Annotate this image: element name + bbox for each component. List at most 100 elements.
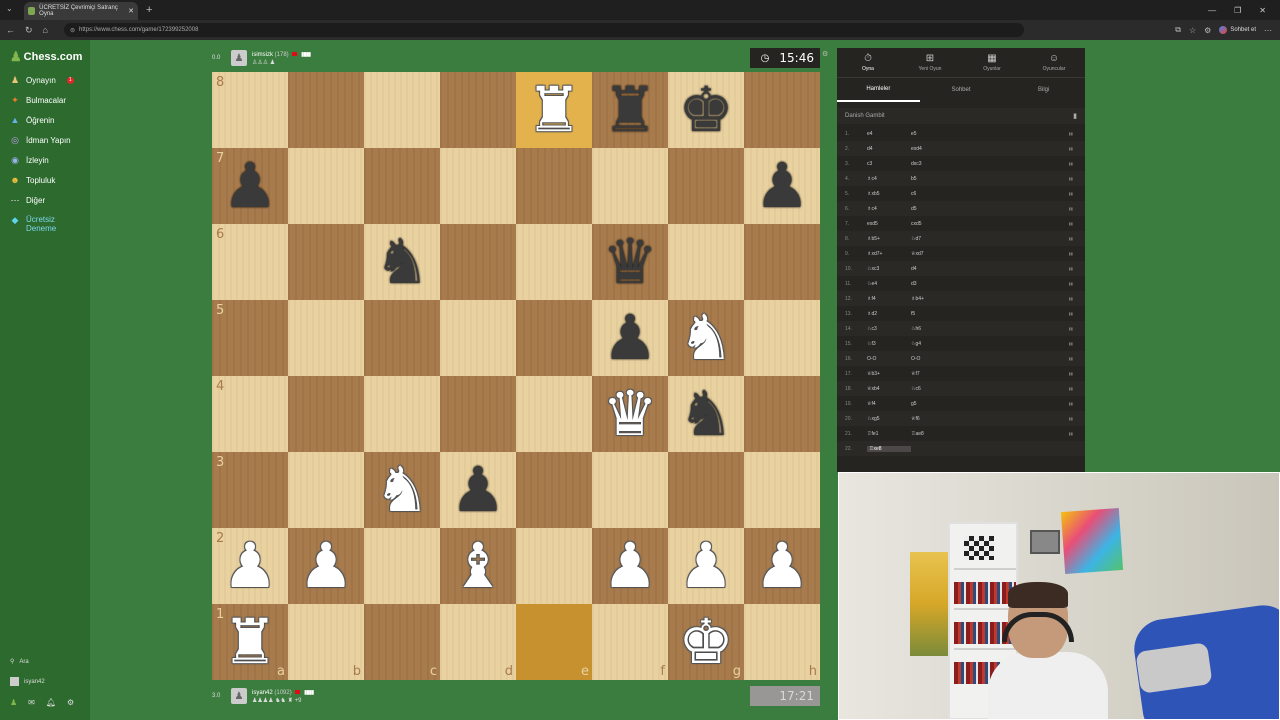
square-f4[interactable]: ♛ <box>592 376 668 452</box>
sidebar-user[interactable]: isyan42 <box>10 677 45 686</box>
white-knight-icon[interactable]: ♞ <box>678 307 734 369</box>
square-g1[interactable]: g ♚ <box>668 604 744 680</box>
square-a6[interactable]: 6 <box>212 224 288 300</box>
square-c3[interactable]: ♞ <box>364 452 440 528</box>
square-g2[interactable]: ♟ <box>668 528 744 604</box>
top-player-name[interactable]: isimsizk <box>252 52 273 58</box>
square-f3[interactable] <box>592 452 668 528</box>
white-move[interactable]: c3 <box>867 161 911 167</box>
square-f2[interactable]: ♟ <box>592 528 668 604</box>
white-move[interactable]: d4 <box>867 146 911 152</box>
square-a1[interactable]: 1 a ♜ <box>212 604 288 680</box>
url-bar[interactable]: ⊜ https://www.chess.com/game/17239925200… <box>64 23 1024 37</box>
black-move[interactable]: ♕xd7 <box>911 251 1001 257</box>
white-pawn-icon[interactable]: ♟ <box>222 535 278 597</box>
square-c5[interactable] <box>364 300 440 376</box>
white-move[interactable]: ♗b5+ <box>867 236 911 242</box>
square-e3[interactable] <box>516 452 592 528</box>
settings-icon[interactable]: ⚙ <box>1204 26 1211 35</box>
white-move[interactable]: ♘f3 <box>867 341 911 347</box>
white-move[interactable]: ♕b3+ <box>867 371 911 377</box>
square-d7[interactable] <box>440 148 516 224</box>
sidebar-item-train[interactable]: ◎ İdman Yapın <box>10 135 71 145</box>
opening-name-bar[interactable]: Danish Gambit ▮ <box>837 108 1085 124</box>
white-pawn-icon[interactable]: ♟ <box>298 535 354 597</box>
square-h3[interactable] <box>744 452 820 528</box>
white-move[interactable]: exd5 <box>867 221 911 227</box>
sidebar-item-more[interactable]: ⋯ Diğer <box>10 195 46 205</box>
square-g5[interactable]: ♞ <box>668 300 744 376</box>
white-move[interactable]: ♘c3 <box>867 326 911 332</box>
square-d2[interactable]: ♝ <box>440 528 516 604</box>
chesscom-logo[interactable]: ♟ Chess.com <box>10 49 82 65</box>
black-move[interactable]: ♘d7 <box>911 236 1001 242</box>
black-move[interactable]: ♕f6 <box>911 416 1001 422</box>
white-pawn-icon[interactable]: ♟ <box>678 535 734 597</box>
board-settings-icon[interactable]: ⚙ <box>822 50 828 58</box>
more-options-icon[interactable]: ⋯ <box>1264 26 1272 35</box>
square-e5[interactable] <box>516 300 592 376</box>
home-icon[interactable]: ⌂ <box>43 25 48 36</box>
black-move[interactable]: ♘h6 <box>911 326 1001 332</box>
white-move[interactable]: ♖xe8 <box>867 445 911 452</box>
black-move[interactable]: exd4 <box>911 146 1001 152</box>
square-c7[interactable] <box>364 148 440 224</box>
reload-icon[interactable]: ↻ <box>25 25 33 36</box>
square-h5[interactable] <box>744 300 820 376</box>
square-e6[interactable] <box>516 224 592 300</box>
sidebar-item-play[interactable]: ♟ Oynayın 1 <box>10 75 74 85</box>
square-b2[interactable]: ♟ <box>288 528 364 604</box>
white-move[interactable]: ♗c4 <box>867 176 911 182</box>
white-move[interactable]: ♗xd7+ <box>867 251 911 257</box>
white-move[interactable]: ♖fe1 <box>867 431 911 437</box>
restore-icon[interactable]: ❐ <box>1234 6 1241 15</box>
site-info-icon[interactable]: ⊜ <box>70 27 75 34</box>
black-move[interactable]: cxd5 <box>911 221 1001 227</box>
white-move[interactable]: ♗c4 <box>867 206 911 212</box>
black-move[interactable]: d4 <box>911 266 1001 272</box>
white-king-icon[interactable]: ♚ <box>678 611 734 673</box>
tab-players[interactable]: ☺ Oyuncular <box>1023 48 1085 77</box>
black-move[interactable]: b5 <box>911 176 1001 182</box>
bottom-player-name[interactable]: isyan42 <box>252 690 273 696</box>
sidebar-search[interactable]: ⚲ Ara <box>10 658 29 666</box>
top-player-avatar[interactable]: ♟ <box>231 50 247 66</box>
mail-icon[interactable]: ✉ <box>28 698 35 707</box>
square-a2[interactable]: 2 ♟ <box>212 528 288 604</box>
square-b3[interactable] <box>288 452 364 528</box>
square-h1[interactable]: h <box>744 604 820 680</box>
subtab-info[interactable]: Bilgi <box>1002 78 1085 102</box>
square-c2[interactable] <box>364 528 440 604</box>
square-e8[interactable]: ♜ <box>516 72 592 148</box>
square-e2[interactable] <box>516 528 592 604</box>
square-b6[interactable] <box>288 224 364 300</box>
black-move[interactable]: f5 <box>911 311 1001 317</box>
square-g8[interactable]: ♚ <box>668 72 744 148</box>
white-rook-icon[interactable]: ♜ <box>526 79 582 141</box>
black-rook-icon[interactable]: ♜ <box>602 79 658 141</box>
square-d8[interactable] <box>440 72 516 148</box>
square-g3[interactable] <box>668 452 744 528</box>
black-move[interactable]: dxc3 <box>911 161 1001 167</box>
square-b8[interactable] <box>288 72 364 148</box>
friends-icon[interactable]: ♟ <box>10 698 17 707</box>
square-g6[interactable] <box>668 224 744 300</box>
square-b4[interactable] <box>288 376 364 452</box>
black-move[interactable]: ♘c6 <box>911 386 1001 392</box>
white-move[interactable]: ♘xg5 <box>867 416 911 422</box>
white-move[interactable]: ♘xc3 <box>867 266 911 272</box>
square-h2[interactable]: ♟ <box>744 528 820 604</box>
square-d5[interactable] <box>440 300 516 376</box>
white-queen-icon[interactable]: ♛ <box>602 383 658 445</box>
new-tab-button[interactable]: + <box>146 4 152 16</box>
square-c6[interactable]: ♞ <box>364 224 440 300</box>
minimize-icon[interactable]: — <box>1208 6 1216 15</box>
black-move[interactable]: d3 <box>911 281 1001 287</box>
square-h8[interactable] <box>744 72 820 148</box>
back-icon[interactable]: ← <box>6 25 15 36</box>
black-pawn-icon[interactable]: ♟ <box>602 307 658 369</box>
square-d6[interactable] <box>440 224 516 300</box>
subtab-chat[interactable]: Sohbet <box>920 78 1003 102</box>
black-pawn-icon[interactable]: ♟ <box>450 459 506 521</box>
white-move[interactable]: e4 <box>867 131 911 137</box>
